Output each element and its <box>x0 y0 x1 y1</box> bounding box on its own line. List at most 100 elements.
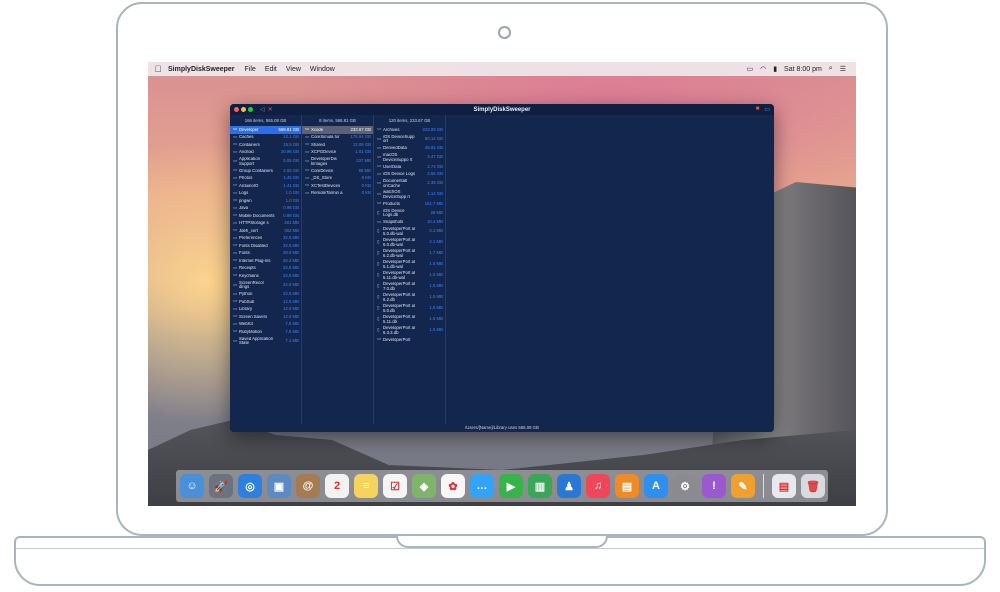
folder-row[interactable]: ▯ DeveloperPort al 5.11.db-wal 1.5 MB <box>374 270 445 281</box>
trash-icon[interactable]: 🗑 <box>801 474 825 498</box>
folder-row[interactable]: ▭ Java 0.98 GB <box>230 205 301 213</box>
document-icon[interactable]: ▤ <box>772 474 796 498</box>
instruments-icon[interactable]: ✎ <box>731 474 755 498</box>
menu-app-name[interactable]: SimplyDiskSweeper <box>168 66 235 73</box>
folder-row[interactable]: ▭ PubSub 12.5 MB <box>230 298 301 306</box>
trash-icon[interactable]: ■ <box>756 106 760 113</box>
preview-icon[interactable]: ▣ <box>267 474 291 498</box>
reminders-icon[interactable]: ☑ <box>383 474 407 498</box>
folder-row[interactable]: ▭ CoreDevice 98 MB <box>302 167 373 175</box>
folder-row[interactable]: ▭ CoreSimula tor 175.94 GB <box>302 134 373 142</box>
menu-window[interactable]: Window <box>310 66 335 73</box>
notes-icon[interactable]: ≡ <box>354 474 378 498</box>
folder-row[interactable]: ▭ watchOS DeviceSupp rt 1.14 GB <box>374 189 445 200</box>
clear-icon[interactable]: ✕ <box>268 106 273 113</box>
folder-row[interactable]: ▭ Products 161.7 MB <box>374 200 445 208</box>
folder-row[interactable]: ▭ ScreenRecor dings 22.5 MB <box>230 280 301 291</box>
folder-row[interactable]: ▭ pngwn 1.0 GB <box>230 197 301 205</box>
contacts-icon[interactable]: @ <box>296 474 320 498</box>
notification-center-icon[interactable]: ☰ <box>840 65 846 73</box>
folder-row[interactable]: ▭ DeveloperDis kImages 237 MB <box>302 156 373 167</box>
folder-row[interactable]: ▭ DerivedData 46.91 GB <box>374 145 445 153</box>
folder-row[interactable]: ▭ Python 22.5 MB <box>230 291 301 299</box>
folder-row[interactable]: ▭ DocumentatI onCache 2.35 GB <box>374 178 445 189</box>
folder-row[interactable]: ▭ RemoteTarmin a0 KB <box>302 190 373 198</box>
folder-icon[interactable]: ▭ <box>764 106 770 113</box>
menu-clock[interactable]: Sat 8:00 pm <box>784 66 822 73</box>
battery-icon[interactable]: ▮ <box>773 65 777 73</box>
folder-row[interactable]: ▭ iOS DeviceSupp ort 80.14 GB <box>374 134 445 145</box>
maps-icon[interactable]: ◈ <box>412 474 436 498</box>
keynote-icon[interactable]: ♟ <box>557 474 581 498</box>
launchpad-icon[interactable]: 🚀 <box>209 474 233 498</box>
zoom-window-button[interactable] <box>248 107 253 112</box>
folder-row[interactable]: ▭ Containers 15.5 GB <box>230 141 301 149</box>
folder-row[interactable]: ▭ Logs 1.0 GB <box>230 190 301 198</box>
facetime-icon[interactable]: ▶ <box>499 474 523 498</box>
folder-row[interactable]: ▯ DeveloperPort al 7.0.db 1.5 MB <box>374 281 445 292</box>
music-icon[interactable]: ♫ <box>586 474 610 498</box>
folder-row[interactable]: ▭ iOS Device Logs 2.56 GB <box>374 171 445 179</box>
folder-row[interactable]: ▭ UserData 2.74 GB <box>374 163 445 171</box>
safari-icon[interactable]: ◎ <box>238 474 262 498</box>
folder-row[interactable]: ▭ Fonts Disabled 32.5 MB <box>230 242 301 250</box>
folder-row[interactable]: ▭ Mobile Documents 0.98 GB <box>230 212 301 220</box>
folder-row[interactable]: ▭ Fonts 28.5 MB <box>230 250 301 258</box>
system-preferences-icon[interactable]: ⚙ <box>673 474 697 498</box>
folder-row[interactable]: ▯ DeveloperPort al 5.11.db 1.5 MB <box>374 314 445 325</box>
finder-icon[interactable]: ☺ <box>180 474 204 498</box>
folder-row[interactable]: ▯ DeveloperPort al 6.2.db 1.5 MB <box>374 292 445 303</box>
folder-row[interactable]: ▭ Receipts 22.5 MB <box>230 265 301 273</box>
numbers-icon[interactable]: ▥ <box>528 474 552 498</box>
folder-row[interactable]: ▭ Archives 223.09 GB <box>374 126 445 134</box>
menu-edit[interactable]: Edit <box>265 66 277 73</box>
books-icon[interactable]: ▤ <box>615 474 639 498</box>
folder-row[interactable]: ▭ Library 12.5 MB <box>230 306 301 314</box>
folder-row[interactable]: ▭ Keychains 22.5 MB <box>230 272 301 280</box>
apple-icon[interactable]:  <box>148 64 168 74</box>
folder-row[interactable]: ▭ WebKit 7.5 MB <box>230 321 301 329</box>
folder-row[interactable]: ▯ DeveloperPort al 6.0.db-wal 2.1 MB <box>374 237 445 248</box>
folder-row[interactable]: ▯ DeveloperPort al 5.1.db-wal 1.5 MB <box>374 259 445 270</box>
wifi-icon[interactable]: ◠ <box>760 65 766 73</box>
folder-row[interactable]: ▭ Android 20.96 GB <box>230 149 301 157</box>
folder-row[interactable]: ▭ Internet Plug-Ins 26.3 MB <box>230 257 301 265</box>
folder-row[interactable]: ▯ DeveloperPort al 6.2.db-wal 1.7 MB <box>374 248 445 259</box>
messages-icon[interactable]: … <box>470 474 494 498</box>
folder-row[interactable]: ▭ Screen Savers 12.5 MB <box>230 313 301 321</box>
folder-row[interactable]: ▭ Saved Application State 7.1 MB <box>230 336 301 347</box>
folder-row[interactable]: ▭ Application Support 5.05 GB <box>230 156 301 167</box>
folder-row[interactable]: ▯ DeveloperPort al 6.3.3.db 1.5 MB <box>374 325 445 336</box>
folder-row[interactable]: ▯ DeveloperPort al 5.0.db-wal 3.1 MB <box>374 226 445 237</box>
folder-row[interactable]: ▭ _DS_Store 8 KB <box>302 175 373 183</box>
photos-icon[interactable]: ✿ <box>441 474 465 498</box>
display-icon[interactable]: ▭ <box>746 65 753 73</box>
menu-file[interactable]: File <box>245 66 256 73</box>
folder-row[interactable]: ▭ Jdeh_cert 362 MB <box>230 227 301 235</box>
folder-row[interactable]: ▭ XCPGDevice 1.01 GB <box>302 149 373 157</box>
folder-row[interactable]: ▭ Preferences 32.5 MB <box>230 235 301 243</box>
folder-row[interactable]: ▭ HTTPStorage s 481 MB <box>230 220 301 228</box>
minimize-window-button[interactable] <box>241 107 246 112</box>
folder-row[interactable]: ▭ XCTestDevices 0 KB <box>302 182 373 190</box>
folder-row[interactable]: ▭ macOS DeviceSuppo rt 3.47 GB <box>374 152 445 163</box>
close-window-button[interactable] <box>234 107 239 112</box>
itunes-purple-icon[interactable]: ! <box>702 474 726 498</box>
folder-row[interactable]: ▭ Developer 568.81 GB <box>230 126 301 134</box>
folder-row[interactable]: ▭ DeveloperPort <box>374 336 445 344</box>
folder-row[interactable]: ▭ Group Containers 2.55 GB <box>230 167 301 175</box>
back-icon[interactable]: ◁ <box>260 106 265 113</box>
folder-row[interactable]: ▭ Xcode 233.67 GB <box>302 126 373 134</box>
app-store-icon[interactable]: A <box>644 474 668 498</box>
folder-row[interactable]: ▭ ArduinoIO 1.41 GB <box>230 182 301 190</box>
folder-row[interactable]: ▭ Snapshots 10.4 MB <box>374 219 445 227</box>
folder-row[interactable]: ▭ Shared 12.06 GB <box>302 141 373 149</box>
calendar-icon[interactable]: 2 <box>325 474 349 498</box>
spotlight-search-icon[interactable]: ⌕ <box>829 65 833 73</box>
folder-row[interactable]: ▭ Photos 1.45 GB <box>230 175 301 183</box>
folder-row[interactable]: ▯ DeveloperPort al 6.0.db 1.5 MB <box>374 303 445 314</box>
folder-row[interactable]: ▭ RubyMotion 7.5 MB <box>230 328 301 336</box>
folder-row[interactable]: ▭ Caches 12.1 GB <box>230 134 301 142</box>
folder-row[interactable]: ▯ iOS Device Logs.db 28 MB <box>374 208 445 219</box>
menu-view[interactable]: View <box>286 66 301 73</box>
